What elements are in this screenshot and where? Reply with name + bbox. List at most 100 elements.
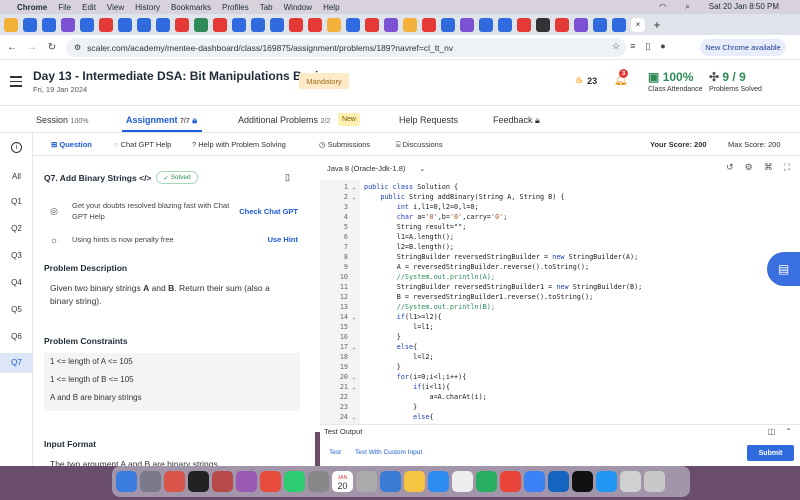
tab-chatgpt-help[interactable]: ◌ Chat GPT Help: [114, 140, 171, 149]
app-icon[interactable]: [476, 471, 497, 492]
code-area[interactable]: 1 ⌄ public class Solution {2 ⌄ public Strin…: [320, 180, 800, 432]
tab-favicon[interactable]: [42, 17, 56, 32]
tab-favicon[interactable]: [194, 17, 208, 32]
code-line[interactable]: 15 l=l1;: [320, 322, 800, 332]
code-text[interactable]: String result="";: [364, 223, 467, 231]
code-text[interactable]: public String addBinary(String A, String…: [364, 193, 564, 201]
tab-favicon[interactable]: [308, 17, 322, 32]
tab-favicon[interactable]: [612, 17, 626, 32]
code-text[interactable]: char a='0',b='0',carry='0';: [364, 213, 508, 221]
active-tab[interactable]: ×: [631, 17, 645, 32]
tab-favicon[interactable]: [232, 17, 246, 32]
submit-button[interactable]: Submit: [747, 445, 794, 461]
code-text[interactable]: l=l1;: [364, 323, 433, 331]
app-icon[interactable]: [236, 471, 257, 492]
tab-favicon[interactable]: [593, 17, 607, 32]
notes-icon[interactable]: [404, 471, 425, 492]
problems-solved-stat[interactable]: ✣ 9 / 9 Problems Solved: [709, 70, 762, 93]
reading-list-icon[interactable]: ≡: [630, 41, 635, 52]
tab-test-custom-input[interactable]: Test With Custom Input: [355, 449, 422, 456]
tab-favicon[interactable]: [441, 17, 455, 32]
tab-favicon[interactable]: [213, 17, 227, 32]
fold-icon[interactable]: ⌄: [352, 314, 360, 321]
tab-favicon[interactable]: [422, 17, 436, 32]
code-text[interactable]: }: [364, 403, 417, 411]
tab-favicon[interactable]: [175, 17, 189, 32]
code-text[interactable]: for(i=0;i<l;i++){: [364, 373, 467, 381]
tab-favicon[interactable]: [536, 17, 550, 32]
layout-icon[interactable]: ◫: [768, 427, 776, 436]
code-line[interactable]: 1 ⌄ public class Solution {: [320, 182, 800, 192]
finder-icon[interactable]: [116, 471, 137, 492]
code-line[interactable]: 20 ⌄ for(i=0;i<l;i++){: [320, 372, 800, 382]
menu-window[interactable]: Window: [284, 3, 312, 12]
info-icon[interactable]: i: [11, 142, 22, 153]
code-line[interactable]: 3 int i,l1=0,l2=0,l=0;: [320, 202, 800, 212]
menu-profiles[interactable]: Profiles: [222, 3, 249, 12]
app-icon[interactable]: [524, 471, 545, 492]
code-text[interactable]: a=A.charAt(i);: [364, 393, 486, 401]
code-line[interactable]: 4 char a='0',b='0',carry='0';: [320, 212, 800, 222]
code-text[interactable]: StringBuilder reversedStringBuilder1 = n…: [364, 283, 643, 291]
app-icon[interactable]: [380, 471, 401, 492]
shortcut-icon[interactable]: ⌘: [764, 162, 773, 173]
code-line[interactable]: 17 ⌄ else{: [320, 342, 800, 352]
code-line[interactable]: 5 String result="";: [320, 222, 800, 232]
app-icon[interactable]: [620, 471, 641, 492]
url-text[interactable]: scaler.com/academy/mentee-dashboard/clas…: [87, 43, 453, 53]
tab-favicon[interactable]: [99, 17, 113, 32]
address-bar[interactable]: ⚙ scaler.com/academy/mentee-dashboard/cl…: [66, 38, 626, 57]
tab-favicon[interactable]: [80, 17, 94, 32]
code-line[interactable]: 19 }: [320, 362, 800, 372]
rail-q7[interactable]: Q7: [0, 353, 33, 373]
fold-icon[interactable]: ⌄: [352, 344, 360, 351]
check-chatgpt-link[interactable]: Check Chat GPT: [239, 207, 298, 216]
app-icon[interactable]: [164, 471, 185, 492]
music-icon[interactable]: [260, 471, 281, 492]
code-line[interactable]: 18 l=l2;: [320, 352, 800, 362]
terminal-icon[interactable]: [188, 471, 209, 492]
app-icon[interactable]: [452, 471, 473, 492]
code-text[interactable]: if(i<l1){: [364, 383, 450, 391]
app-icon[interactable]: [548, 471, 569, 492]
tab-favicon[interactable]: [270, 17, 284, 32]
bookmark-icon[interactable]: ▯: [285, 172, 290, 183]
tab-favicon[interactable]: [137, 17, 151, 32]
code-text[interactable]: B = reversedStringBuilder1.reverse().toS…: [364, 293, 593, 301]
notification-bell-icon[interactable]: 🔔︎ 3: [614, 69, 628, 86]
code-text[interactable]: //System.out.println(B);: [364, 303, 495, 311]
calendar-icon[interactable]: JAN 20: [332, 471, 353, 492]
app-icon[interactable]: [284, 471, 305, 492]
rail-q1[interactable]: Q1: [0, 197, 33, 206]
back-icon[interactable]: ←: [4, 42, 20, 53]
code-text[interactable]: }: [364, 363, 401, 371]
launchpad-icon[interactable]: [140, 471, 161, 492]
code-line[interactable]: 12 B = reversedStringBuilder1.reverse().…: [320, 292, 800, 302]
code-text[interactable]: //System.out.println(A);: [364, 273, 495, 281]
tab-favicon[interactable]: [251, 17, 265, 32]
code-line[interactable]: 6 l1=A.length();: [320, 232, 800, 242]
code-line[interactable]: 8 StringBuilder reversedStringBuilder = …: [320, 252, 800, 262]
code-line[interactable]: 9 A = reversedStringBuilder.reverse().to…: [320, 262, 800, 272]
code-line[interactable]: 21 ⌄ if(i<l1){: [320, 382, 800, 392]
code-text[interactable]: A = reversedStringBuilder.reverse().toSt…: [364, 263, 589, 271]
rail-q6[interactable]: Q6: [0, 332, 33, 341]
code-text[interactable]: else{: [364, 413, 433, 421]
fullscreen-icon[interactable]: ⛶: [784, 162, 790, 173]
code-line[interactable]: 2 ⌄ public String addBinary(String A, Str…: [320, 192, 800, 202]
tab-question[interactable]: ⊞ Question: [51, 140, 92, 149]
tab-favicon[interactable]: [574, 17, 588, 32]
menu-app[interactable]: Chrome: [17, 3, 47, 12]
tab-help-problem-solving[interactable]: ? Help with Problem Solving: [192, 140, 286, 149]
chrome-icon[interactable]: [500, 471, 521, 492]
side-panel-icon[interactable]: ▯: [645, 41, 650, 52]
code-line[interactable]: 7 l2=B.length();: [320, 242, 800, 252]
rail-all[interactable]: All: [0, 172, 33, 181]
code-line[interactable]: 22 a=A.charAt(i);: [320, 392, 800, 402]
rail-q3[interactable]: Q3: [0, 251, 33, 260]
notes-float-button[interactable]: ▤: [767, 252, 800, 286]
search-icon[interactable]: ⌕: [685, 2, 689, 12]
rail-q4[interactable]: Q4: [0, 278, 33, 287]
code-text[interactable]: if(l1>=l2){: [364, 313, 442, 321]
close-icon[interactable]: ×: [636, 20, 641, 29]
